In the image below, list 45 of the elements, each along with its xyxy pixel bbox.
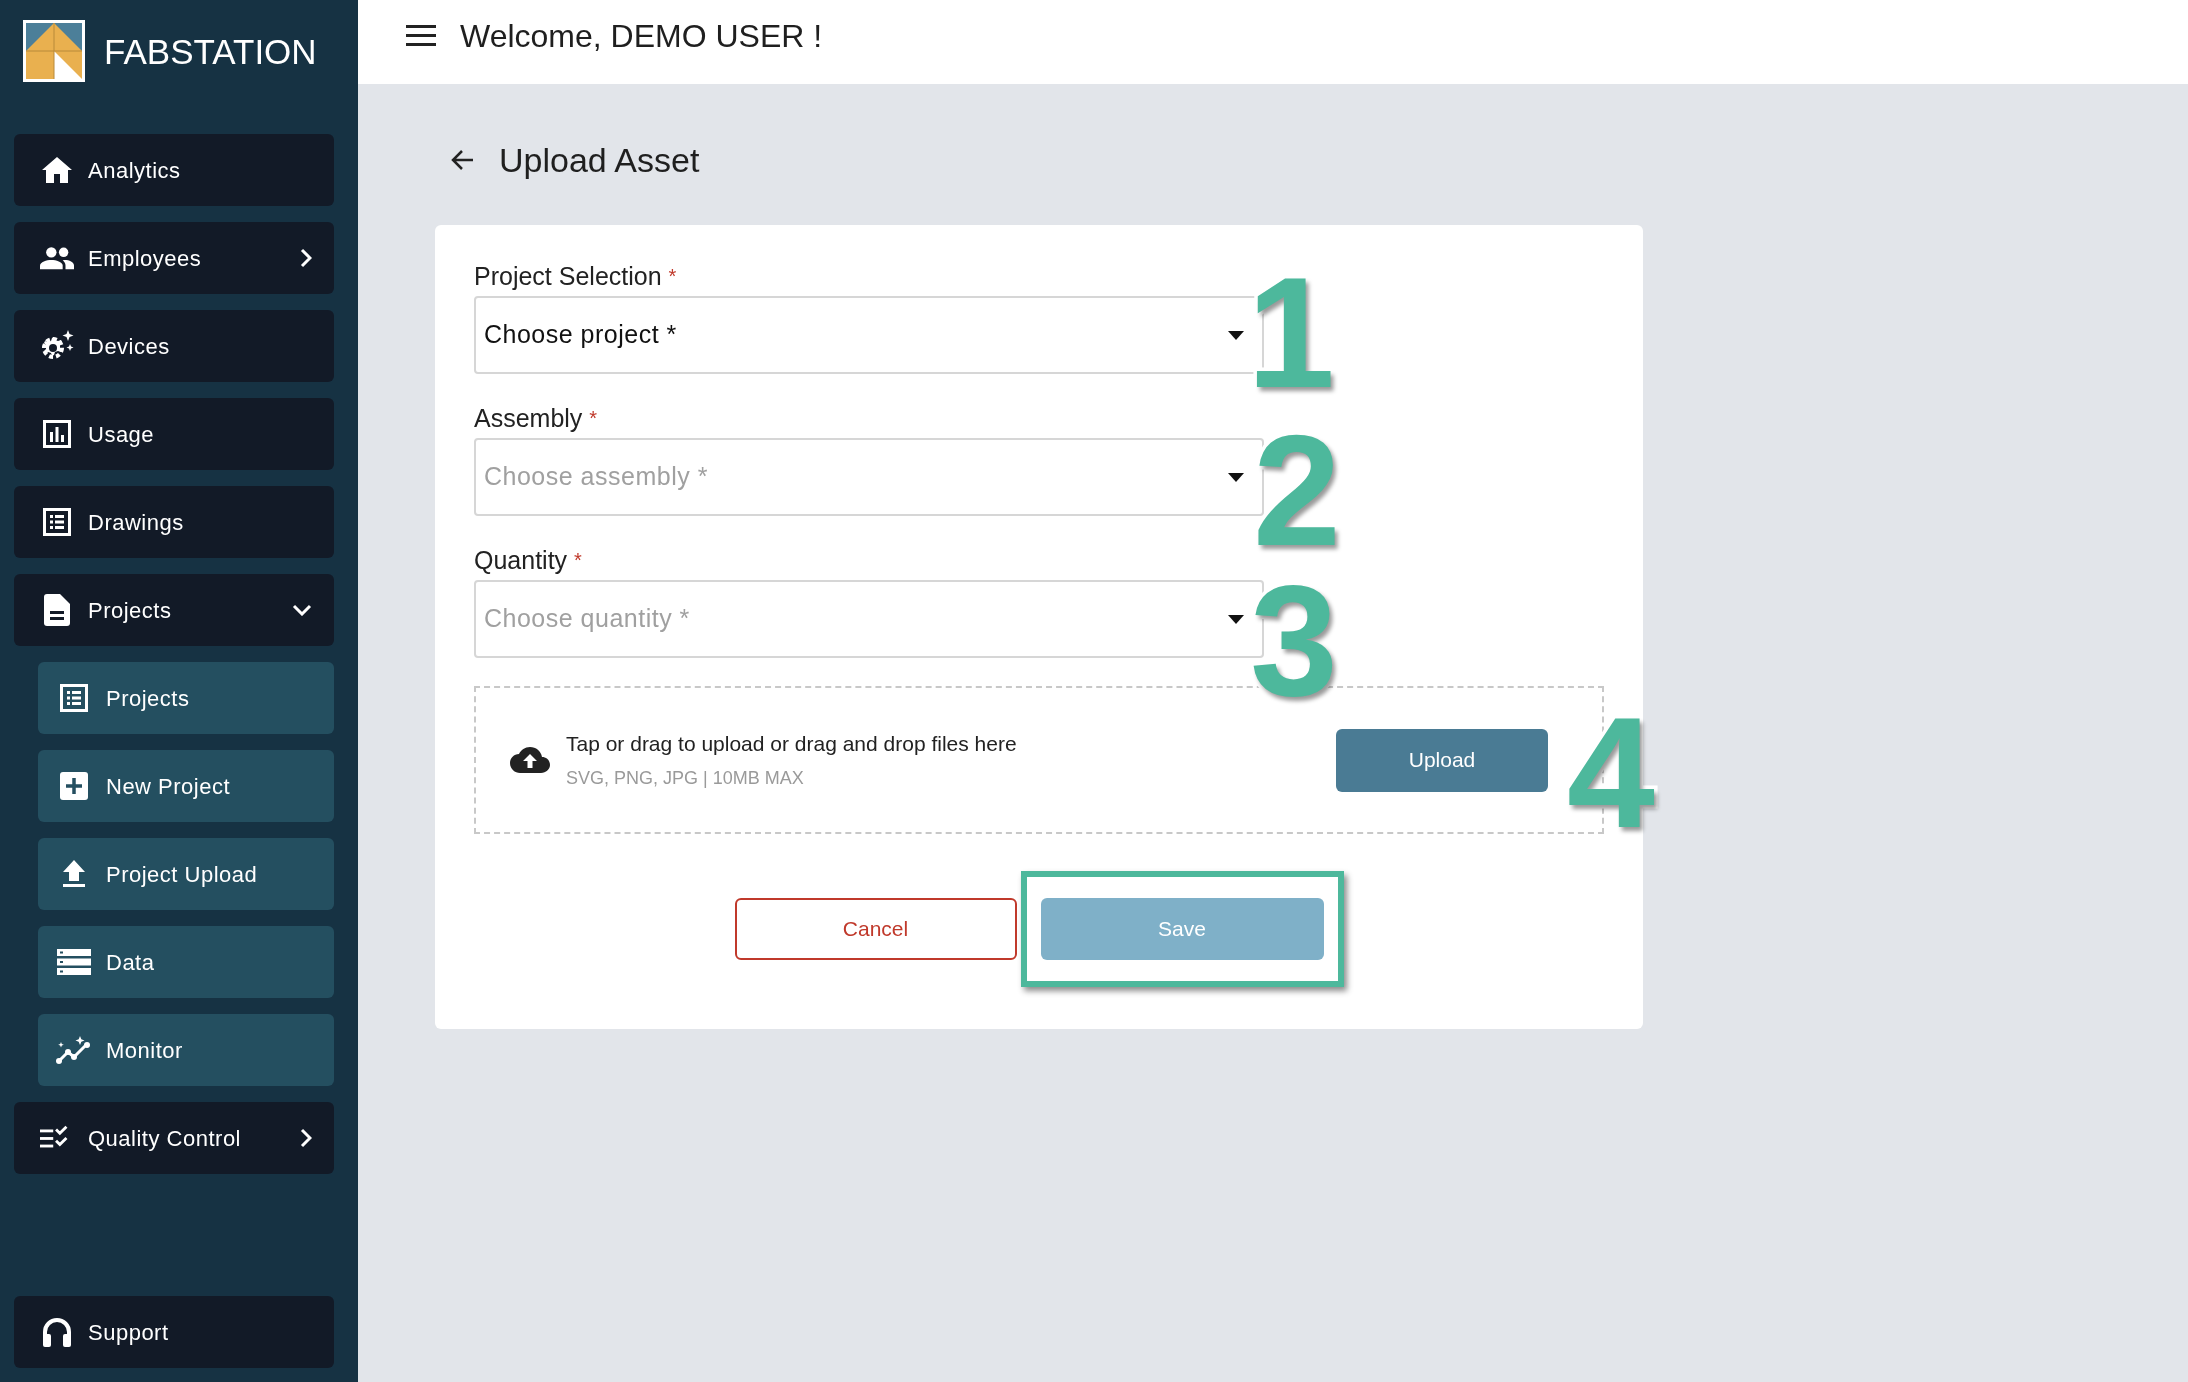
chevron-right-icon [300,1128,312,1148]
people-icon [40,246,74,270]
field-label: Quantity * [474,545,583,575]
list-icon [60,684,88,712]
sidebar-item[interactable]: Quality Control [14,1102,334,1174]
dropdown-caret-icon [1228,472,1244,482]
upload-button[interactable]: Upload [1336,728,1548,792]
chevron-right-icon [300,248,312,268]
gear-sparkle-icon [40,330,74,362]
cancel-button[interactable]: Cancel [734,898,1017,960]
headphones-icon [42,1317,72,1347]
sidebar-item[interactable]: Devices [14,310,334,382]
brand-name: FABSTATION [104,33,317,69]
sidebar-subitem[interactable]: Monitor [38,1014,334,1086]
home-icon [41,156,73,184]
logo-icon [22,19,86,83]
upload-instruction: Tap or drag to upload or drag and drop files here [566,730,1017,757]
trend-sparkle-icon [56,1036,92,1064]
sidebar-subitem[interactable]: Data [38,926,334,998]
sidebar-item[interactable]: Drawings [14,486,334,558]
dropdown-caret-icon [1228,330,1244,340]
document-icon [44,594,70,626]
sidebar-item[interactable]: Projects [14,574,334,646]
sidebar-subitem[interactable]: New Project [38,750,334,822]
sidebar-subitem[interactable]: Projects [38,662,334,734]
field-label: Assembly * [474,403,599,433]
bar-chart-icon [43,420,71,448]
menu-icon[interactable] [406,25,436,47]
upload-hint: SVG, PNG, JPG | 10MB MAX [566,767,805,791]
cloud-upload-icon [510,746,550,774]
support-item[interactable]: Support [14,1296,334,1368]
dropdown-caret-icon [1228,614,1244,624]
storage-icon [57,949,91,975]
chevron-down-icon [292,604,312,616]
sidebar-subitem[interactable]: Project Upload [38,838,334,910]
welcome-title: Welcome, DEMO USER ! [460,17,823,56]
sidebar-item[interactable]: Usage [14,398,334,470]
sidebar-item[interactable]: Employees [14,222,334,294]
back-arrow-icon[interactable] [451,149,475,171]
upload-icon [61,860,87,888]
sidebar-item[interactable]: Analytics [14,134,334,206]
field-label: Project Selection * [474,261,678,291]
page-title: Upload Asset [499,139,700,181]
list-icon [43,508,71,536]
plus-box-icon [60,772,88,800]
